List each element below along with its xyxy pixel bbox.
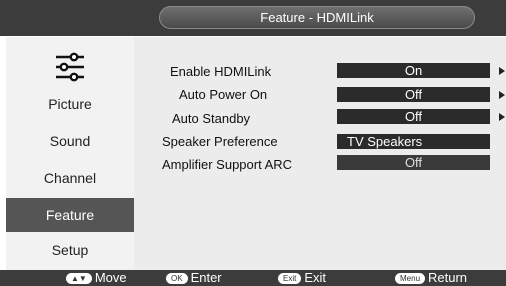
page-title: Feature - HDMILink <box>159 6 475 29</box>
enable-hdmilink-value[interactable]: On <box>337 63 490 78</box>
exit-key-icon: Exit <box>278 273 302 284</box>
sidebar-item-picture[interactable]: Picture <box>6 87 134 121</box>
return-hint: Menu Return <box>395 270 467 286</box>
auto-standby-value[interactable]: Off <box>337 109 490 124</box>
amplifier-support-arc-label: Amplifier Support ARC <box>162 157 293 172</box>
speaker-preference-value[interactable]: TV Speakers <box>337 134 490 149</box>
auto-power-on-label: Auto Power On <box>179 87 268 102</box>
sliders-icon <box>56 52 84 82</box>
up-down-key-icon: ▲▼ <box>66 273 92 284</box>
sidebar-item-sound[interactable]: Sound <box>6 124 134 158</box>
chevron-right-icon[interactable] <box>499 113 505 121</box>
sidebar-item-feature[interactable]: Feature <box>6 198 134 232</box>
enter-hint: OK Enter <box>166 270 222 286</box>
chevron-right-icon[interactable] <box>499 67 505 75</box>
enter-label: Enter <box>190 270 222 285</box>
auto-power-on-value[interactable]: Off <box>337 87 490 102</box>
menu-key-icon: Menu <box>395 273 426 284</box>
sidebar-item-channel[interactable]: Channel <box>6 161 134 195</box>
exit-label: Exit <box>304 270 327 285</box>
sidebar: Picture Sound Channel Feature Setup <box>6 37 134 270</box>
ok-key-icon: OK <box>166 273 188 284</box>
enable-hdmilink-label: Enable HDMILink <box>170 64 272 79</box>
footer-hint-bar: ▲▼ Move OK Enter Exit Exit Menu Return <box>0 270 506 286</box>
top-bar: Feature - HDMILink <box>0 0 506 36</box>
speaker-preference-label: Speaker Preference <box>162 134 278 149</box>
return-label: Return <box>428 270 468 285</box>
chevron-right-icon[interactable] <box>499 91 505 99</box>
auto-standby-label: Auto Standby <box>172 111 251 126</box>
move-hint: ▲▼ Move <box>66 270 127 286</box>
sidebar-item-setup[interactable]: Setup <box>6 233 134 267</box>
amplifier-support-arc-value[interactable]: Off <box>337 155 490 170</box>
exit-hint: Exit Exit <box>278 270 326 286</box>
move-label: Move <box>94 270 127 285</box>
